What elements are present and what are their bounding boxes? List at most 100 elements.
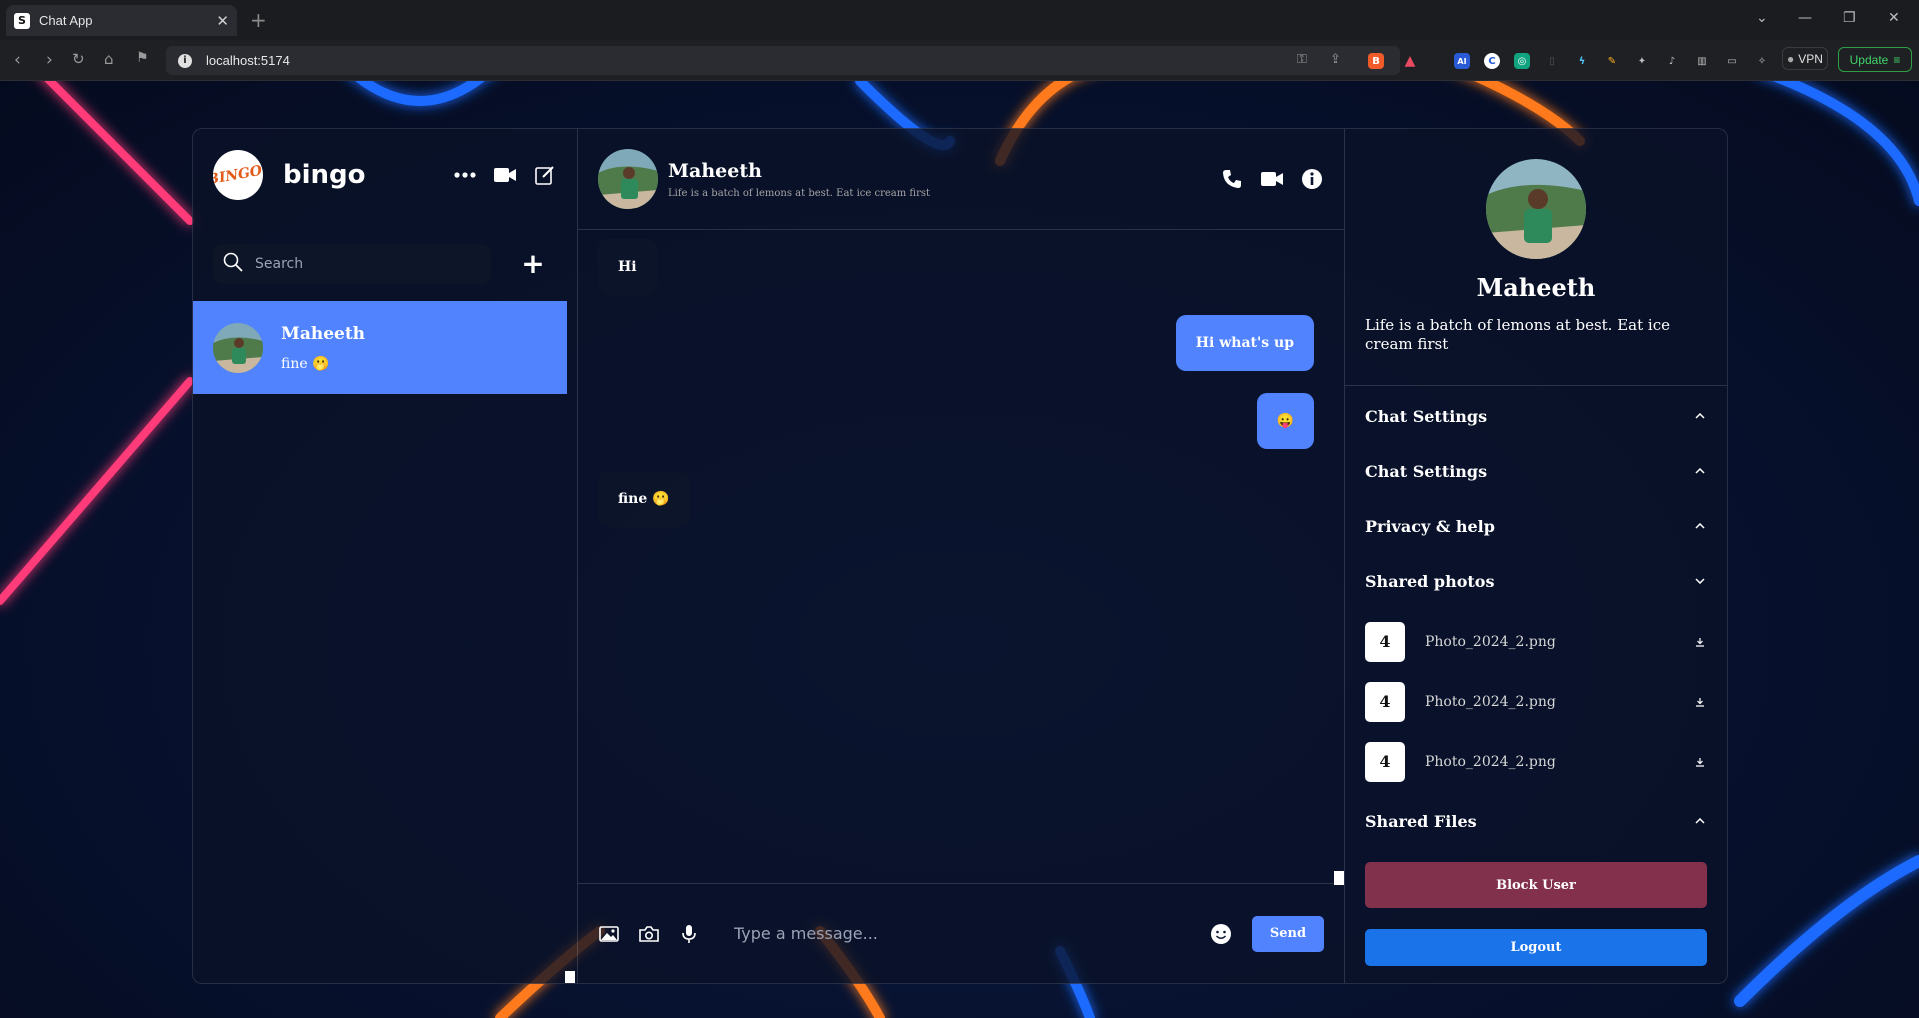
download-icon[interactable] — [1693, 635, 1707, 649]
logout-button[interactable]: Logout — [1365, 929, 1707, 966]
video-icon[interactable] — [493, 163, 517, 187]
video-call-icon[interactable] — [1260, 167, 1284, 191]
option-title: Shared Files — [1365, 811, 1477, 831]
brave-shield-icon[interactable]: B — [1368, 53, 1384, 69]
message-outgoing: 😛 — [1256, 393, 1314, 449]
photo-name: Photo_2024_2.png — [1425, 753, 1556, 770]
camera-icon[interactable] — [638, 923, 660, 945]
tab-search-icon[interactable]: ⌄ — [1756, 10, 1768, 26]
phone-icon[interactable] — [1220, 167, 1244, 191]
minimize-icon[interactable]: — — [1798, 10, 1812, 26]
shared-photo-item[interactable]: 4 Photo_2024_2.png — [1365, 741, 1707, 782]
browser-tab-bar: S Chat App ✕ + ⌄ — ❐ ✕ — [0, 0, 1919, 40]
photo-name: Photo_2024_2.png — [1425, 693, 1556, 710]
vpn-label: VPN — [1798, 51, 1823, 66]
user-info: BINGO! bingo — [213, 149, 557, 201]
chat-panel: Maheeth Life is a batch of lemons at bes… — [578, 129, 1345, 983]
omnibox[interactable]: i localhost:5174 — [166, 46, 1400, 75]
chat-app-container: BINGO! bingo Search + Maheeth fine 🫢 Mah… — [192, 128, 1728, 984]
message-input[interactable] — [734, 924, 1210, 943]
option-shared-photos[interactable]: Shared photos — [1365, 566, 1707, 596]
vpn-button[interactable]: ● VPN — [1782, 47, 1828, 70]
chevron-up-icon[interactable] — [1693, 814, 1707, 828]
puzzle-icon[interactable]: ✦ — [1634, 53, 1650, 69]
chat-header-avatar[interactable] — [598, 149, 658, 209]
bookmark-icon[interactable]: ⚑ — [136, 50, 149, 66]
forward-icon[interactable]: › — [46, 50, 53, 70]
microphone-icon[interactable] — [678, 923, 700, 945]
info-icon[interactable] — [1300, 167, 1324, 191]
chevron-up-icon[interactable] — [1693, 519, 1707, 533]
message-outgoing: Hi what's up — [1175, 315, 1314, 371]
option-chat-settings[interactable]: Chat Settings — [1365, 456, 1707, 486]
browser-tab[interactable]: S Chat App ✕ — [6, 5, 237, 36]
ai-extension-icon[interactable]: AI — [1454, 53, 1470, 69]
option-title: Shared photos — [1365, 571, 1495, 591]
tab-close-icon[interactable]: ✕ — [216, 12, 229, 30]
vpn-status-icon: ● — [1787, 51, 1795, 66]
home-icon[interactable]: ⌂ — [104, 50, 114, 68]
tab-favicon-icon: S — [14, 12, 30, 29]
shared-photo-item[interactable]: 4 Photo_2024_2.png — [1365, 621, 1707, 662]
page-viewport: BINGO! bingo Search + Maheeth fine 🫢 Mah… — [0, 81, 1919, 1018]
bingo-logo: BINGO! — [213, 161, 263, 189]
chevron-up-icon[interactable] — [1693, 409, 1707, 423]
edit-icon[interactable] — [533, 163, 557, 187]
search-bar[interactable] — [213, 243, 491, 284]
tab-title: Chat App — [39, 13, 93, 28]
detail-name: Maheeth — [1476, 273, 1596, 302]
bolt-extension-icon[interactable]: ϟ — [1574, 53, 1590, 69]
share-icon[interactable]: ⇪ — [1330, 52, 1341, 67]
gpt-extension-icon[interactable]: ◎ — [1514, 53, 1530, 69]
update-button[interactable]: Update ≡ — [1838, 47, 1912, 72]
detail-panel: Maheeth Life is a batch of lemons at bes… — [1345, 129, 1727, 983]
chat-header: Maheeth Life is a batch of lemons at bes… — [578, 129, 1344, 230]
sidebar-icon[interactable]: ▥ — [1694, 53, 1710, 69]
option-chat-settings[interactable]: Chat Settings — [1365, 401, 1707, 431]
download-icon[interactable] — [1693, 755, 1707, 769]
chat-header-status: Life is a batch of lemons at best. Eat i… — [668, 187, 931, 199]
block-user-button[interactable]: Block User — [1365, 862, 1707, 908]
password-key-icon[interactable]: ⚿ — [1297, 52, 1307, 67]
rewards-icon[interactable]: ▲ — [1402, 53, 1418, 69]
list-scrollbar[interactable] — [565, 971, 575, 983]
add-user-icon[interactable]: + — [515, 246, 551, 282]
image-icon[interactable] — [598, 923, 620, 945]
photo-thumbnail: 4 — [1365, 681, 1405, 722]
download-icon[interactable] — [1693, 695, 1707, 709]
detail-avatar — [1486, 159, 1586, 259]
option-title: Privacy & help — [1365, 516, 1495, 536]
pen-extension-icon[interactable]: ✎ — [1604, 53, 1620, 69]
message-incoming: fine 🫢 — [598, 471, 690, 527]
c-extension-icon[interactable]: C — [1484, 53, 1500, 69]
chat-list-panel: BINGO! bingo Search + Maheeth fine 🫢 — [193, 129, 578, 983]
back-icon[interactable]: ‹ — [14, 50, 21, 70]
wallet-icon[interactable]: ▭ — [1724, 53, 1740, 69]
more-icon[interactable] — [453, 163, 477, 187]
leo-icon[interactable]: ✧ — [1754, 53, 1770, 69]
reload-icon[interactable]: ↻ — [72, 50, 85, 68]
option-privacy-help[interactable]: Privacy & help — [1365, 511, 1707, 541]
current-user-name: bingo — [283, 160, 366, 190]
site-info-icon[interactable]: i — [178, 53, 192, 68]
chevron-up-icon[interactable] — [1693, 464, 1707, 478]
url-text: localhost:5174 — [206, 53, 290, 68]
option-title: Chat Settings — [1365, 406, 1488, 426]
search-icon — [223, 252, 243, 276]
search-input[interactable] — [255, 255, 455, 272]
extension-icon[interactable]: ▯ — [1544, 53, 1560, 69]
shared-photo-item[interactable]: 4 Photo_2024_2.png — [1365, 681, 1707, 722]
chat-item-avatar — [213, 322, 263, 373]
new-tab-icon[interactable]: + — [250, 8, 267, 32]
emoji-icon[interactable] — [1210, 923, 1232, 945]
user-avatar[interactable]: BINGO! — [213, 150, 263, 200]
music-icon[interactable]: ♪ — [1664, 53, 1680, 69]
restore-icon[interactable]: ❐ — [1843, 10, 1856, 26]
send-button[interactable]: Send — [1252, 915, 1324, 952]
chat-list-item[interactable]: Maheeth fine 🫢 — [193, 301, 567, 394]
message-incoming: Hi — [598, 239, 657, 295]
option-shared-files[interactable]: Shared Files — [1365, 806, 1707, 836]
photo-thumbnail: 4 — [1365, 741, 1405, 782]
close-window-icon[interactable]: ✕ — [1888, 10, 1900, 26]
chevron-down-icon[interactable] — [1693, 574, 1707, 588]
